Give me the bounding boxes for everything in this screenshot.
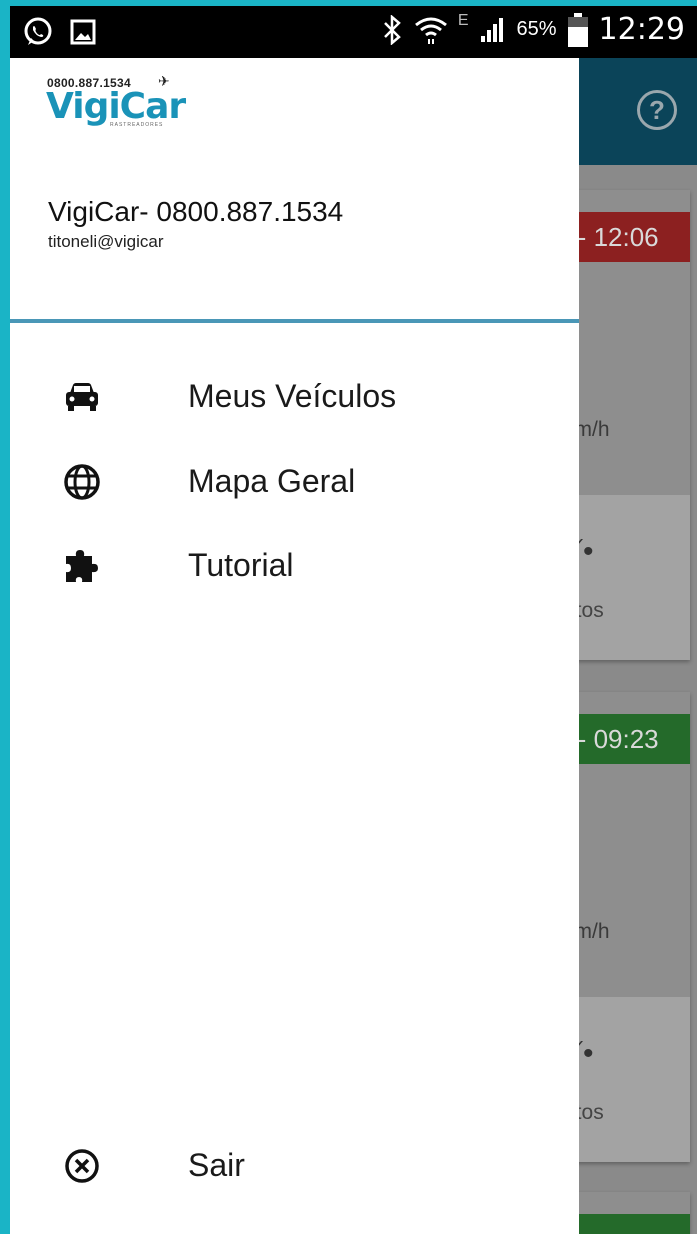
- status-bar: E 65% 12:29: [10, 6, 697, 58]
- logo-wordmark: VigiCar: [46, 86, 186, 127]
- network-type: E: [457, 11, 469, 29]
- globe-icon: [64, 464, 100, 500]
- car-icon: [66, 383, 98, 411]
- user-name: VigiCar- 0800.887.1534: [48, 196, 344, 227]
- menu-item-meus-veiculos[interactable]: Meus Veículos: [10, 360, 579, 430]
- logo-tagline: RASTREADORES: [110, 122, 164, 128]
- menu-item-label: Meus Veículos: [188, 378, 397, 414]
- help-icon[interactable]: ?: [637, 90, 677, 130]
- status-time: 12:29: [598, 12, 685, 47]
- navigation-drawer: 0800.887.1534 ✈ VigiCar RASTREADORES Vig…: [10, 58, 579, 1234]
- battery-percent: 65%: [516, 18, 557, 40]
- bluetooth-icon: [383, 14, 401, 45]
- close-circle-icon: [65, 1149, 99, 1183]
- puzzle-icon: [66, 550, 98, 582]
- user-email: titoneli@vigicar: [48, 232, 164, 251]
- logout-label: Sair: [188, 1147, 245, 1183]
- menu-item-mapa-geral[interactable]: Mapa Geral: [10, 445, 579, 515]
- signal-icon: [480, 17, 503, 42]
- wifi-icon: [414, 17, 447, 44]
- status-right-icons: E 65% 12:29: [382, 12, 685, 47]
- screen-frame: E 65% 12:29 ? 7 - 12:06 km/h ⟋•: [0, 0, 697, 1234]
- status-left-icons: [22, 16, 96, 48]
- whatsapp-icon: [24, 17, 52, 45]
- menu-item-label: Tutorial: [188, 547, 294, 583]
- image-icon: [70, 19, 96, 45]
- menu-item-tutorial[interactable]: Tutorial: [10, 529, 579, 599]
- menu-item-label: Mapa Geral: [188, 463, 356, 499]
- logout-button[interactable]: Sair: [10, 1129, 579, 1199]
- header-divider: [10, 319, 579, 323]
- battery-icon: [567, 12, 588, 47]
- left-accent-stripe: [0, 930, 10, 1234]
